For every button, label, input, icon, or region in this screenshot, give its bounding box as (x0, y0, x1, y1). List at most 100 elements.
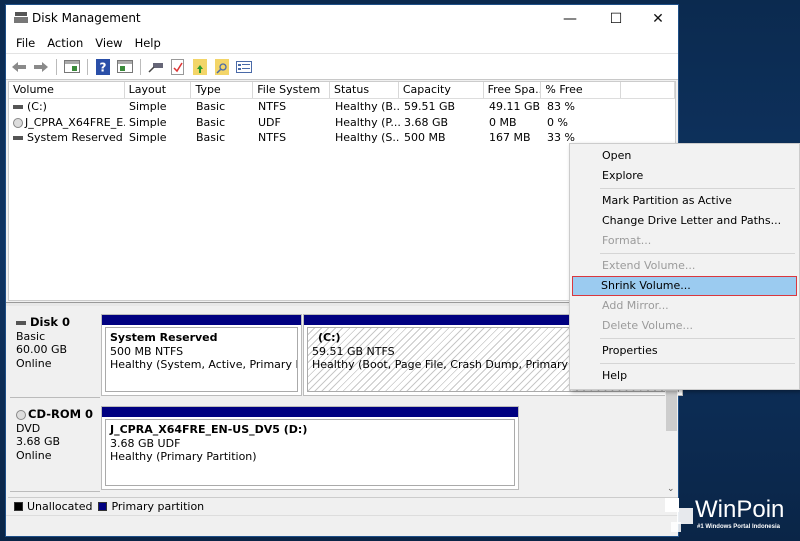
legend-unallocated: Unallocated (27, 499, 93, 513)
column-header-empty[interactable] (621, 82, 675, 98)
disk-name: CD-ROM 0 (28, 407, 94, 421)
partition-size-fs: 500 MB NTFS (110, 344, 184, 358)
watermark-brand: WinPoin (695, 496, 785, 523)
menu-item-format: Format... (602, 234, 652, 247)
close-button[interactable]: ✕ (638, 5, 678, 32)
menu-item-explore[interactable]: Explore (572, 166, 797, 186)
column-header-volume[interactable]: Volume (9, 82, 125, 98)
volume-name: (C:) (27, 100, 47, 113)
volume-file-system: NTFS (258, 131, 287, 144)
menu-help[interactable]: Help (129, 36, 167, 50)
menu-item-shrink-volume[interactable]: Shrink Volume... (572, 276, 797, 296)
volume-capacity: 500 MB (404, 131, 446, 144)
context-menu: Open Explore Mark Partition as Active Ch… (569, 143, 800, 390)
window-title: Disk Management (32, 11, 141, 25)
toolbar-separator (140, 58, 141, 75)
cdrom-icon (16, 410, 26, 420)
show-hide-console-tree-icon[interactable] (62, 58, 82, 76)
watermark-tagline: #1 Windows Portal Indonesia (697, 524, 780, 530)
volume-free-space: 167 MB (489, 131, 531, 144)
menu-item-properties[interactable]: Properties (572, 341, 797, 361)
help-icon[interactable]: ? (93, 58, 113, 76)
disk-state: Online (16, 356, 52, 370)
menu-file[interactable]: File (10, 36, 41, 50)
drive-icon (13, 136, 23, 140)
volume-name: J_CPRA_X64FRE_E... (25, 115, 125, 129)
volume-row[interactable]: J_CPRA_X64FRE_E... Simple Basic UDF Heal… (9, 115, 675, 131)
partition-title: System Reserved (110, 331, 218, 344)
winpoin-watermark: WinPoin #1 Windows Portal Indonesia (665, 496, 800, 541)
logo-square (671, 522, 681, 532)
cdrom-icon (13, 117, 23, 128)
menu-item-add-mirror: Add Mirror... (602, 299, 669, 312)
menu-separator (600, 363, 795, 364)
volume-name: System Reserved (27, 131, 123, 144)
column-header-status[interactable]: Status (330, 82, 399, 98)
unallocated-swatch (14, 501, 23, 511)
svg-text:?: ? (100, 60, 107, 74)
menu-item-extend-volume: Extend Volume... (602, 259, 696, 272)
volume-status: Healthy (S... (335, 131, 400, 144)
menu-bar: File Action View Help (6, 32, 678, 54)
column-header-percent-free[interactable]: % Free (541, 82, 622, 98)
primary-partition-bar (102, 407, 518, 417)
maximize-button[interactable]: ☐ (596, 5, 636, 32)
primary-partition-swatch (98, 501, 108, 511)
cdrom-0-label[interactable]: CD-ROM 0 DVD 3.68 GB Online (10, 402, 100, 492)
volume-list-header: Volume Layout Type File System Status Ca… (9, 82, 675, 99)
volume-capacity: 3.68 GB (404, 115, 449, 129)
legend-primary-partition: Primary partition (111, 499, 205, 513)
folder-up-icon[interactable] (190, 58, 210, 76)
menu-action[interactable]: Action (41, 36, 89, 50)
disk-size: 3.68 GB (16, 435, 61, 448)
title-bar[interactable]: Disk Management — ☐ ✕ (6, 5, 678, 32)
column-header-capacity[interactable]: Capacity (399, 82, 484, 98)
column-header-layout[interactable]: Layout (125, 82, 192, 98)
scrollbar-thumb[interactable] (666, 391, 677, 431)
volume-type: Basic (196, 100, 226, 113)
volume-layout: Simple (129, 100, 167, 113)
list-view-icon[interactable] (234, 58, 254, 76)
volume-status: Healthy (B... (335, 100, 400, 113)
disk-size: 60.00 GB (16, 343, 68, 356)
drive-icon (13, 105, 23, 109)
menu-separator (600, 253, 795, 254)
volume-free-space: 49.11 GB (489, 100, 541, 113)
legend: Unallocated Primary partition (8, 497, 678, 514)
disk-state: Online (16, 448, 52, 462)
menu-item-help[interactable]: Help (572, 366, 797, 386)
scroll-down-chevron-icon[interactable]: ⌄ (667, 484, 675, 494)
check-properties-icon[interactable] (168, 58, 188, 76)
toolbar-separator (87, 58, 88, 75)
column-header-free-space[interactable]: Free Spa... (484, 82, 542, 98)
menu-item-open[interactable]: Open (572, 146, 797, 166)
column-header-file-system[interactable]: File System (253, 82, 331, 98)
menu-item-delete-volume: Delete Volume... (602, 319, 694, 332)
menu-view[interactable]: View (89, 36, 128, 50)
volume-layout: Simple (129, 115, 167, 129)
column-header-type[interactable]: Type (191, 82, 254, 98)
disk-kind: DVD (16, 421, 41, 435)
toolbar-separator (56, 58, 57, 75)
connect-disk-icon[interactable] (146, 58, 166, 76)
forward-arrow-icon[interactable] (31, 58, 51, 76)
partition-title: (C:) (318, 331, 341, 344)
show-hide-action-pane-icon[interactable] (115, 58, 135, 76)
partition-d-drive[interactable]: J_CPRA_X64FRE_EN-US_DV5 (D:) 3.68 GB UDF… (101, 406, 519, 490)
disk-0-label[interactable]: Disk 0 Basic 60.00 GB Online (10, 310, 100, 398)
menu-item-change-drive-letter[interactable]: Change Drive Letter and Paths... (572, 211, 797, 231)
minimize-button[interactable]: — (550, 5, 590, 32)
menu-separator (600, 338, 795, 339)
folder-search-icon[interactable] (212, 58, 232, 76)
toolbar: ? (6, 54, 678, 80)
partition-status: Healthy (Primary Partition) (110, 450, 257, 463)
disk-graphical-view: Disk 0 Basic 60.00 GB Online System Rese… (8, 306, 683, 496)
volume-row[interactable]: (C:) Simple Basic NTFS Healthy (B... 59.… (9, 99, 675, 115)
back-arrow-icon[interactable] (9, 58, 29, 76)
volume-percent-free: 0 % (547, 115, 568, 129)
menu-item-mark-partition-active[interactable]: Mark Partition as Active (572, 191, 797, 211)
disk-management-app-icon (14, 12, 28, 23)
volume-type: Basic (196, 131, 226, 144)
partition-system-reserved[interactable]: System Reserved 500 MB NTFS Healthy (Sys… (101, 314, 302, 396)
disk-kind: Basic (16, 329, 46, 343)
